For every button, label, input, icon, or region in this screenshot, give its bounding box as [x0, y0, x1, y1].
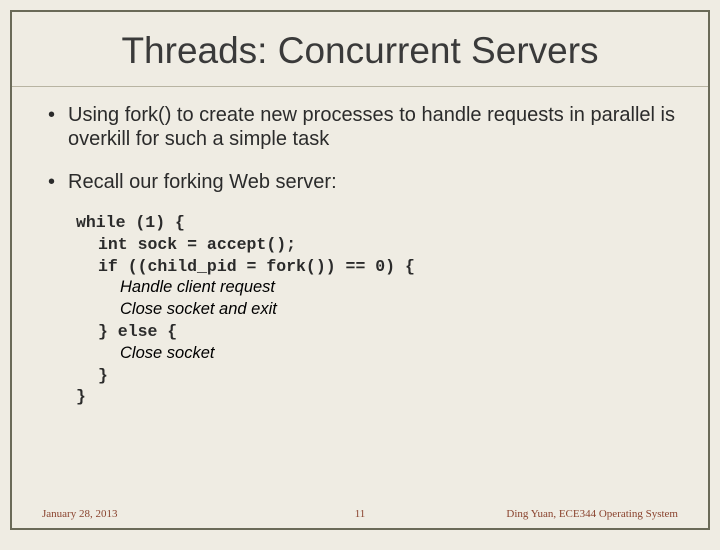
divider: [12, 86, 708, 87]
code-comment: Close socket and exit: [76, 299, 678, 321]
bullet-item: Using fork() to create new processes to …: [68, 103, 678, 152]
footer-author: Ding Yuan, ECE344 Operating System: [506, 508, 678, 520]
slide: Threads: Concurrent Servers Using fork()…: [10, 10, 710, 530]
code-line: while (1) {: [76, 212, 678, 234]
code-line: }: [76, 386, 678, 408]
code-line: int sock = accept();: [76, 234, 678, 256]
footer: January 28, 2013 11 Ding Yuan, ECE344 Op…: [42, 508, 678, 520]
code-block: while (1) { int sock = accept(); if ((ch…: [76, 212, 678, 408]
code-line: } else {: [76, 321, 678, 343]
code-line: }: [76, 365, 678, 387]
code-comment: Close socket: [76, 343, 678, 365]
code-comment: Handle client request: [76, 277, 678, 299]
code-line: if ((child_pid = fork()) == 0) {: [76, 256, 678, 278]
bullet-list: Using fork() to create new processes to …: [42, 103, 678, 194]
footer-page: 11: [355, 508, 366, 520]
bullet-item: Recall our forking Web server:: [68, 170, 678, 194]
slide-title: Threads: Concurrent Servers: [42, 30, 678, 86]
footer-date: January 28, 2013: [42, 508, 117, 520]
